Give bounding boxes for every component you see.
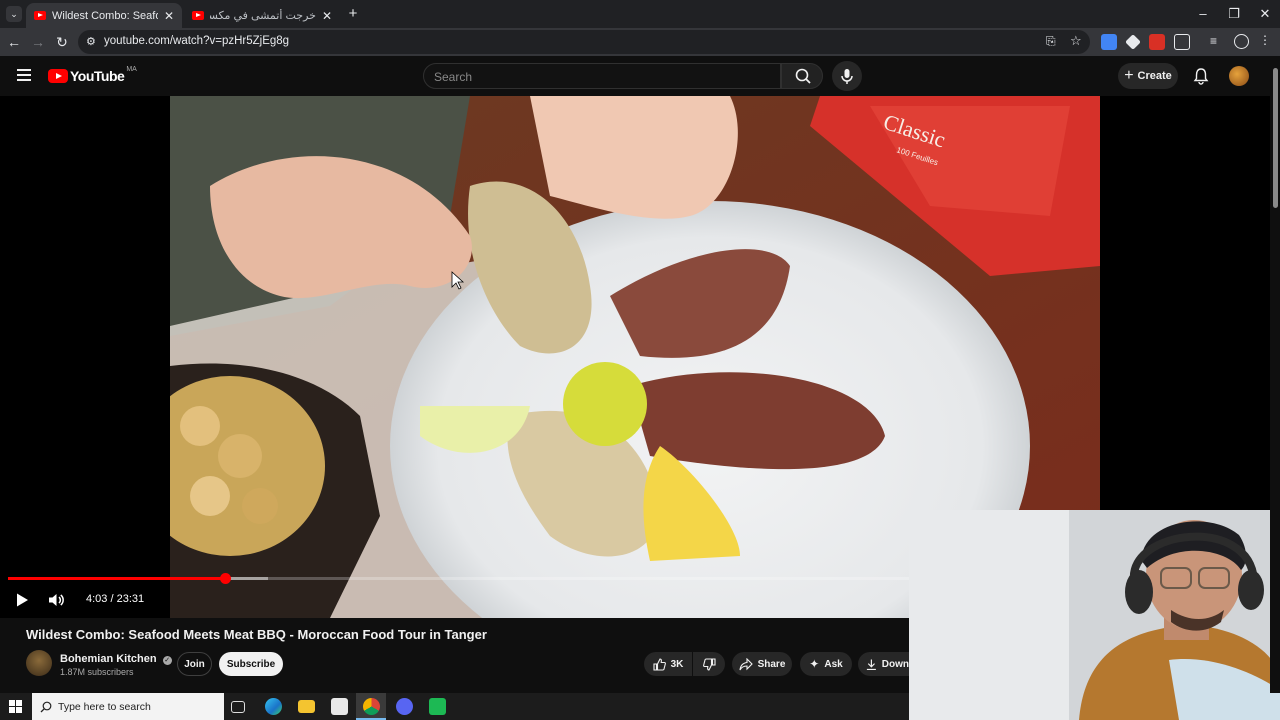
join-label: Join — [184, 658, 205, 670]
media-icon[interactable]: ≡ — [1210, 34, 1217, 48]
subscriber-count: 1.87M subscribers — [60, 667, 134, 677]
verified-icon: ✓ — [162, 656, 172, 665]
sparkle-icon: ✦ — [809, 657, 820, 671]
youtube-logo-icon — [48, 69, 68, 83]
create-label: Create — [1137, 70, 1172, 82]
download-label: Down — [881, 658, 909, 670]
install-icon[interactable]: ⎘ — [1046, 34, 1056, 49]
tab-youtube-active[interactable]: Wildest Combo: Seafood M ✕ — [26, 3, 182, 28]
create-button[interactable]: + Create — [1118, 63, 1178, 89]
search-input[interactable]: Search — [423, 63, 781, 89]
file-explorer-icon[interactable] — [298, 700, 315, 713]
minimize-icon[interactable]: – — [1188, 4, 1218, 24]
tab-youtube-2[interactable]: خرجت أتمشى في مكسيكو... وتعرّ ✕ — [184, 3, 340, 28]
youtube-favicon — [192, 11, 204, 20]
video-title: Wildest Combo: Seafood Meets Meat BBQ - … — [26, 627, 487, 642]
dislike-button[interactable] — [693, 652, 725, 676]
forward-icon[interactable]: → — [28, 32, 48, 52]
download-icon — [866, 659, 876, 670]
extension-icon[interactable] — [1125, 34, 1141, 50]
channel-avatar[interactable] — [26, 650, 52, 676]
reload-icon[interactable]: ↻ — [52, 32, 72, 52]
restore-icon[interactable]: ❐ — [1219, 4, 1249, 24]
mic-icon — [841, 69, 853, 84]
page-scrollbar[interactable] — [1270, 56, 1280, 693]
hamburger-icon[interactable] — [17, 69, 31, 81]
webcam-overlay — [909, 510, 1280, 720]
volume-icon[interactable] — [47, 591, 65, 609]
progress-scrubber[interactable] — [219, 573, 231, 584]
subscribe-button[interactable]: Subscribe — [219, 652, 283, 676]
taskbar-search-placeholder: Type here to search — [58, 701, 151, 713]
windows-taskbar: Type here to search — [0, 693, 909, 720]
translate-icon[interactable] — [1101, 34, 1117, 50]
progress-played — [8, 577, 226, 580]
webcam-image — [909, 510, 1280, 720]
tab-title: Wildest Combo: Seafood M — [52, 9, 158, 22]
app-icon[interactable] — [429, 698, 446, 715]
url-text: youtube.com/watch?v=pzHr5ZjEg8g — [104, 35, 290, 47]
youtube-favicon — [34, 11, 46, 20]
close-icon[interactable]: ✕ — [164, 9, 174, 23]
browser-tab-strip: ⌄ Wildest Combo: Seafood M ✕ خرجت أتمشى … — [0, 0, 1280, 28]
youtube-logo-text: YouTube — [70, 68, 125, 84]
task-view-icon[interactable] — [231, 701, 245, 713]
browser-toolbar: ← → ↻ ⚙ youtube.com/watch?v=pzHr5ZjEg8g … — [0, 28, 1280, 56]
channel-name-text: Bohemian Kitchen — [60, 653, 157, 665]
puzzle-icon[interactable] — [1174, 34, 1190, 50]
bell-icon[interactable] — [1192, 67, 1210, 85]
menu-icon[interactable]: ⋮ — [1259, 33, 1271, 47]
back-icon[interactable]: ← — [4, 32, 24, 52]
youtube-masthead: YouTube MA Search + Create — [0, 56, 1280, 96]
store-icon[interactable] — [331, 698, 348, 715]
share-label: Share — [757, 658, 786, 670]
taskbar-search-input[interactable]: Type here to search — [32, 693, 224, 720]
ask-button[interactable]: ✦ Ask — [800, 652, 852, 676]
tab-title: خرجت أتمشى في مكسيكو... وتعرّ — [210, 10, 316, 22]
extension-icon[interactable] — [1149, 34, 1165, 50]
subscribe-label: Subscribe — [226, 658, 276, 670]
youtube-logo[interactable]: YouTube MA — [48, 65, 137, 84]
avatar[interactable] — [1229, 66, 1249, 86]
search-button[interactable] — [781, 63, 823, 89]
plus-icon: + — [1124, 67, 1134, 84]
new-tab-icon[interactable]: + — [344, 5, 362, 23]
thumbs-down-icon — [702, 657, 716, 671]
chrome-icon[interactable] — [363, 698, 380, 715]
bookmark-star-icon[interactable]: ☆ — [1070, 33, 1082, 49]
search-placeholder: Search — [434, 70, 473, 84]
thumbs-up-icon — [653, 657, 666, 671]
channel-name[interactable]: Bohemian Kitchen ✓ — [60, 653, 172, 665]
discord-icon[interactable] — [396, 698, 413, 715]
search-icon — [40, 701, 52, 713]
like-count: 3K — [670, 658, 684, 670]
profile-icon[interactable] — [1234, 34, 1249, 49]
search-icon — [795, 68, 811, 84]
join-button[interactable]: Join — [177, 652, 212, 676]
play-icon[interactable] — [14, 592, 30, 608]
region-code: MA — [126, 65, 137, 73]
download-button[interactable]: Down — [858, 652, 909, 676]
time-display: 4:03 / 23:31 — [86, 593, 145, 605]
scrollbar-thumb[interactable] — [1273, 68, 1278, 208]
windows-icon[interactable] — [9, 700, 22, 713]
tab-list-icon[interactable]: ⌄ — [6, 6, 22, 22]
ask-label: Ask — [824, 658, 843, 670]
share-button[interactable]: Share — [732, 652, 792, 676]
close-icon[interactable]: ✕ — [322, 9, 332, 23]
share-icon — [739, 657, 753, 670]
edge-icon[interactable] — [265, 698, 282, 715]
close-window-icon[interactable]: ✕ — [1250, 4, 1280, 24]
voice-search-button[interactable] — [832, 61, 862, 91]
like-button[interactable]: 3K — [644, 652, 692, 676]
site-info-icon[interactable]: ⚙ — [86, 35, 96, 48]
address-bar[interactable]: ⚙ youtube.com/watch?v=pzHr5ZjEg8g ⎘ ☆ — [78, 30, 1090, 54]
